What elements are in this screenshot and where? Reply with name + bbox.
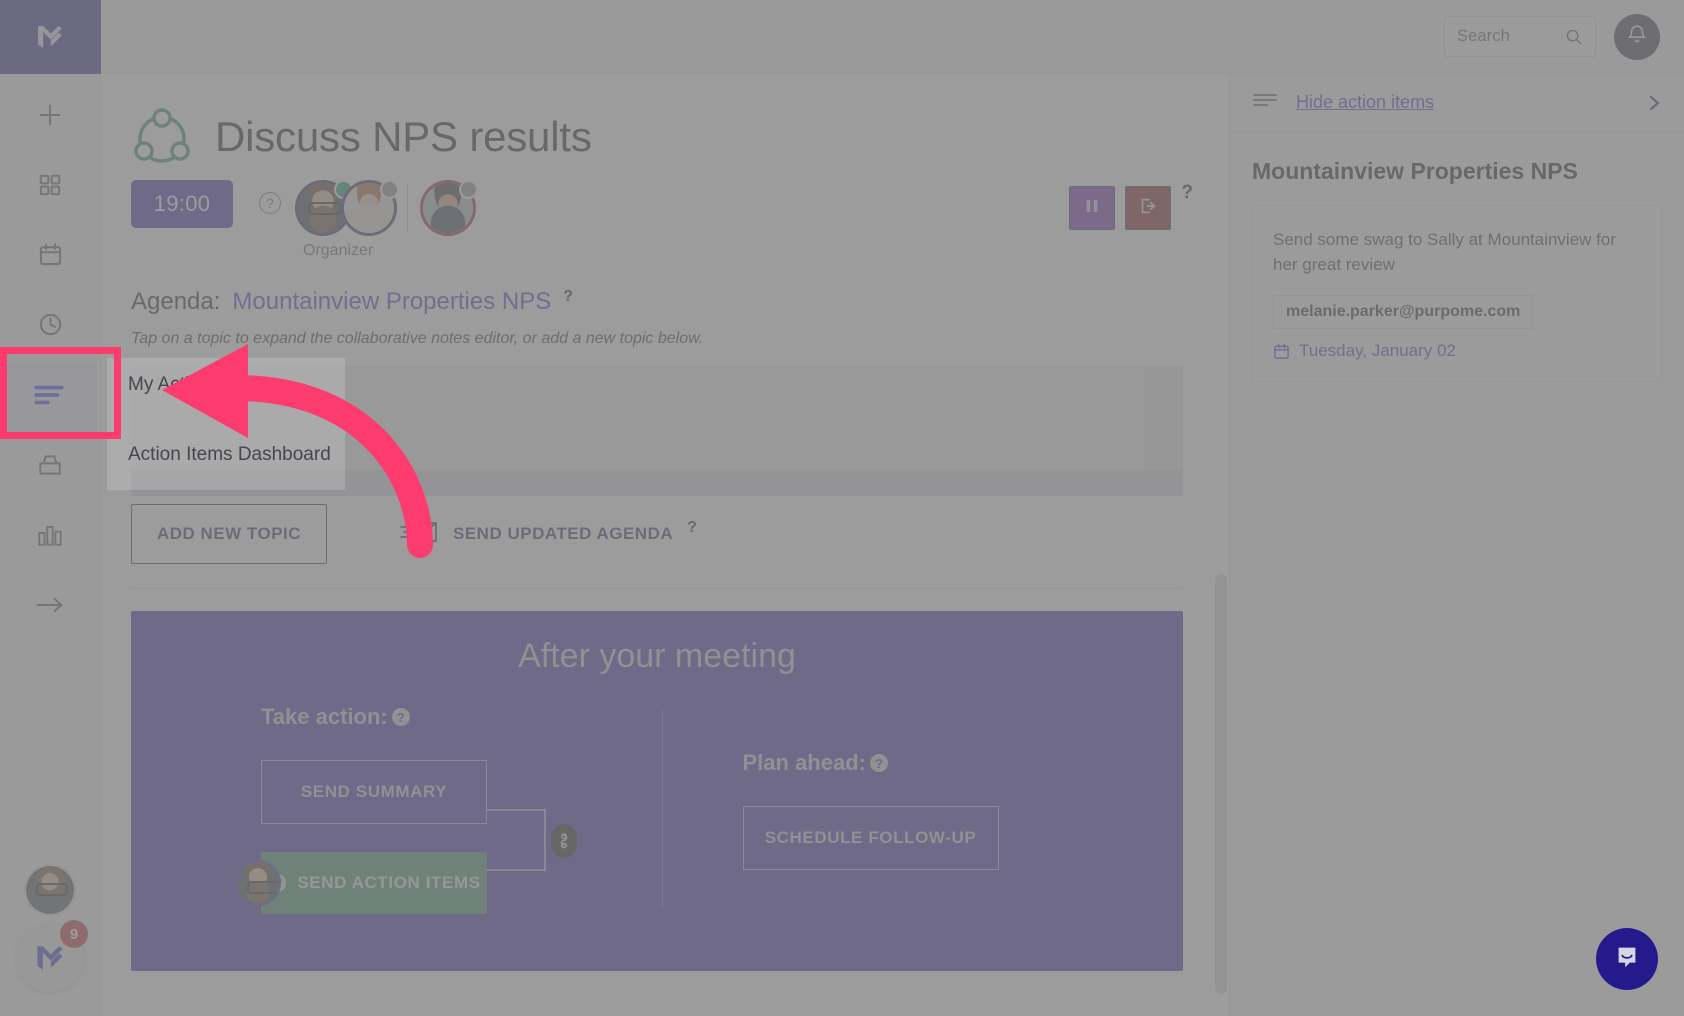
participant-2[interactable] xyxy=(341,180,399,236)
app-logo[interactable] xyxy=(0,0,101,74)
plan-ahead-label: Plan ahead: xyxy=(742,750,866,775)
action-item-card[interactable]: Send some swag to Sally at Mountainview … xyxy=(1252,205,1662,383)
exit-icon xyxy=(1138,196,1158,221)
add-new-topic-button[interactable]: ADD NEW TOPIC xyxy=(131,504,327,564)
chat-launcher-button[interactable] xyxy=(1596,928,1658,990)
page-title: Discuss NPS results xyxy=(215,113,592,160)
bell-icon xyxy=(1626,23,1648,50)
flyout-item-my-action-items[interactable]: My Action Items xyxy=(107,374,262,396)
due-date-label: Tuesday, January 02 xyxy=(1299,341,1456,361)
sidebar-item-history[interactable] xyxy=(0,292,100,362)
agenda-label: Agenda: xyxy=(131,288,221,315)
action-item-assignee[interactable]: melanie.parker@purpome.com xyxy=(1273,295,1534,330)
section-divider xyxy=(131,588,1183,589)
take-action-column: Take action: ? SEND SUMMARY SEND ACTION … xyxy=(171,704,662,914)
arrow-right-icon xyxy=(35,596,65,619)
search-icon[interactable] xyxy=(1565,28,1583,46)
action-items-group-title: Mountainview Properties NPS xyxy=(1252,158,1578,184)
sidebar-item-templates[interactable] xyxy=(0,432,100,502)
sidebar-item-dashboard[interactable] xyxy=(0,152,100,222)
take-action-label: Take action: xyxy=(261,704,388,729)
help-launcher-button[interactable]: 9 xyxy=(16,920,88,992)
participant-list: Organizer xyxy=(295,180,478,259)
send-summary-button[interactable]: SEND SUMMARY xyxy=(261,760,487,824)
hide-action-items-link[interactable]: Hide action items xyxy=(1296,92,1434,113)
organizer-label: Organizer xyxy=(303,242,374,259)
action-items-panel-header: Hide action items xyxy=(1230,74,1684,132)
calendar-icon xyxy=(1273,343,1290,360)
participant-3[interactable] xyxy=(420,180,478,236)
exit-meeting-button[interactable] xyxy=(1125,186,1172,230)
notifications-bell-button[interactable] xyxy=(1614,13,1660,60)
take-action-heading: Take action: ? xyxy=(261,704,662,730)
after-meeting-panel: After your meeting Take action: ? SEND S… xyxy=(131,611,1183,971)
send-action-items-label: SEND ACTION ITEMS xyxy=(297,873,481,892)
send-action-items-button[interactable]: SEND ACTION ITEMS xyxy=(237,852,487,914)
pause-meeting-button[interactable] xyxy=(1069,186,1116,230)
launcher-badge: 9 xyxy=(60,920,88,948)
pause-icon xyxy=(1083,197,1101,220)
list-lines-icon xyxy=(1252,92,1278,113)
envelope-send-icon xyxy=(399,519,439,550)
after-meeting-title: After your meeting xyxy=(518,637,796,675)
timer-help-icon[interactable]: ? xyxy=(259,192,281,214)
inbox-tray-icon xyxy=(36,453,64,482)
take-action-help-icon[interactable]: ? xyxy=(391,708,410,726)
plan-ahead-help-icon[interactable]: ? xyxy=(869,754,888,772)
assignee-avatar xyxy=(237,862,279,904)
bar-chart-icon xyxy=(36,523,64,552)
sidebar-item-add[interactable] xyxy=(0,82,100,152)
avatar[interactable] xyxy=(24,864,76,916)
chevron-right-icon[interactable] xyxy=(1646,93,1662,113)
send-agenda-help-icon[interactable]: ? xyxy=(687,519,697,537)
action-items-flyout-menu[interactable]: My Action Items Action Items Dashboard xyxy=(107,358,345,490)
main-scrollbar[interactable] xyxy=(1215,574,1227,994)
agenda-hint: Tap on a topic to expand the collaborati… xyxy=(131,330,704,347)
sidebar-footer: 9 xyxy=(16,864,88,1016)
sidebar-item-actions[interactable] xyxy=(0,362,100,432)
send-updated-agenda-button[interactable]: SEND UPDATED AGENDA ? xyxy=(399,519,697,550)
action-item-due-date[interactable]: Tuesday, January 02 xyxy=(1273,341,1641,361)
search-input[interactable]: Search xyxy=(1444,16,1596,57)
chat-bubble-icon xyxy=(1613,943,1641,976)
flyout-item-action-items-dashboard[interactable]: Action Items Dashboard xyxy=(107,444,331,466)
agenda-link[interactable]: Mountainview Properties NPS xyxy=(232,288,551,316)
plan-ahead-column: Plan ahead: ? SCHEDULE FOLLOW-UP xyxy=(663,704,1144,914)
clock-icon xyxy=(37,311,64,343)
meeting-meta: 19:00 ? Organizer xyxy=(131,180,1183,259)
meeting-header: Discuss NPS results xyxy=(131,106,1183,168)
agenda-help-icon[interactable]: ? xyxy=(563,288,573,306)
sidebar-nav xyxy=(0,74,100,642)
schedule-follow-up-button[interactable]: SCHEDULE FOLLOW-UP xyxy=(742,806,999,870)
meeting-network-icon xyxy=(131,106,193,168)
calendar-icon xyxy=(37,241,64,273)
send-updated-agenda-label: SEND UPDATED AGENDA xyxy=(453,524,674,543)
plan-ahead-heading: Plan ahead: ? xyxy=(743,750,1144,776)
meeting-controls: ? xyxy=(1069,182,1193,230)
controls-help-icon[interactable]: ? xyxy=(1181,182,1193,204)
agenda-row: Agenda: Mountainview Properties NPS ? xyxy=(131,288,1183,316)
participant-divider xyxy=(407,184,408,232)
sidebar-item-calendar[interactable] xyxy=(0,222,100,292)
left-sidebar: 9 xyxy=(0,0,101,1016)
sidebar-item-insights[interactable] xyxy=(0,502,100,572)
action-items-panel: Hide action items Mountainview Propertie… xyxy=(1229,74,1684,1016)
meeting-timer[interactable]: 19:00 xyxy=(131,180,233,228)
action-item-text: Send some swag to Sally at Mountainview … xyxy=(1273,230,1617,274)
grid-icon xyxy=(37,172,63,203)
status-badge xyxy=(459,180,478,199)
agenda-actions: ADD NEW TOPIC SEND UPDATED AGENDA ? xyxy=(131,504,1183,564)
search-placeholder: Search xyxy=(1457,27,1510,45)
link-icon[interactable] xyxy=(551,824,577,858)
plus-icon xyxy=(36,101,64,134)
action-items-icon xyxy=(34,383,66,412)
top-bar: Search xyxy=(0,0,1684,74)
sidebar-item-collapse[interactable] xyxy=(0,572,100,642)
main-content: Discuss NPS results 19:00 ? Organizer ? … xyxy=(101,74,1229,1016)
status-badge xyxy=(380,180,399,199)
